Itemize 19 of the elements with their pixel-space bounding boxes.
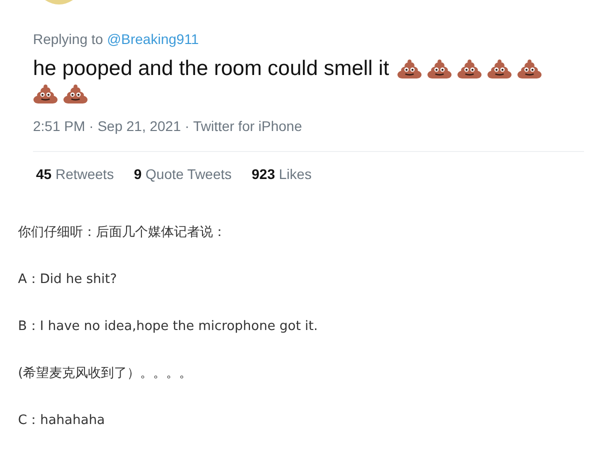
poop-icon: [63, 84, 88, 104]
article-paragraph: 你们仔细听：后面几个媒体记者说：: [18, 225, 227, 241]
poop-icon: [517, 59, 542, 79]
poop-icon: [33, 84, 58, 104]
avatar-edge: [45, 0, 73, 6]
poop-icon: [427, 59, 452, 79]
poop-icon: [397, 59, 422, 79]
article-paragraph: B：I have no idea,hope the microphone got it.: [18, 319, 319, 335]
article-paragraph: (希望麦克风收到了）。。。。: [18, 366, 194, 382]
poop-icon: [487, 59, 512, 79]
stat-link[interactable]: 9 Quote Tweets: [134, 166, 232, 182]
article-paragraph: A：Did he shit?: [18, 272, 118, 288]
tweet-timestamp[interactable]: 2:51 PM · Sep 21, 2021 · Twitter for iPhone: [33, 118, 584, 134]
replying-label: Replying to: [33, 31, 104, 47]
stat-link[interactable]: 45 Retweets: [36, 166, 114, 182]
tweet-text: he pooped and the room could smell it: [33, 57, 390, 81]
poop-icon: [457, 59, 482, 79]
stat-link[interactable]: 923 Likes: [252, 166, 312, 182]
article-paragraph: C：hahahaha: [18, 413, 106, 429]
